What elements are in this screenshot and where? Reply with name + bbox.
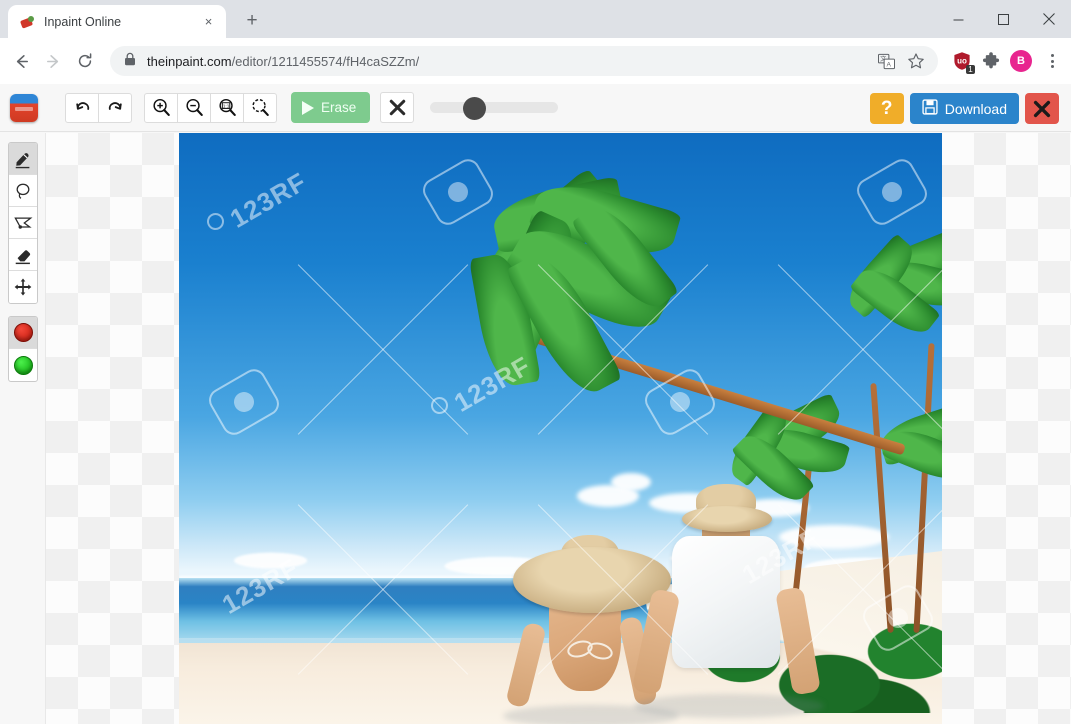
tab-title: Inpaint Online [44,14,122,29]
browser-window: Inpaint Online × + theinpaint.com/editor… [0,0,1071,724]
play-triangle-icon [302,100,314,115]
url-text: theinpaint.com/editor/1211455574/fH4caSZ… [147,54,419,69]
sidebar-item-marker-tool[interactable] [9,143,37,175]
download-button[interactable]: Download [909,93,1019,124]
window-controls [936,0,1071,38]
url-path: /editor/1211455574/fH4caSZZm/ [231,53,420,69]
tab-strip: Inpaint Online × + [0,0,1071,38]
green-swatch[interactable] [9,349,37,381]
svg-text:1:1: 1:1 [222,104,229,110]
zoom-actual-size-button[interactable]: 1:1 [210,92,244,123]
arm-right [775,586,821,696]
translate-icon[interactable]: 文 A [876,51,896,71]
red-swatch[interactable] [9,317,37,349]
tool-sidebar [0,133,46,724]
maximize-icon[interactable] [981,0,1026,38]
svg-text:uo: uo [957,57,967,66]
erase-button[interactable]: Erase [291,92,371,123]
white-shirt [672,536,780,668]
ublock-badge-count: 1 [966,65,975,74]
reload-icon[interactable] [70,46,100,76]
green-dot-icon [13,355,33,375]
redo-button[interactable] [98,92,132,123]
back-arrow-icon[interactable] [6,46,36,76]
omnibox-actions: 文 A [876,51,926,71]
brush-size-slider[interactable] [430,93,559,123]
tool-stack [8,142,38,304]
svg-text:A: A [886,61,891,68]
man-figure [631,478,824,724]
clear-selection-button[interactable] [380,92,415,123]
app-toolbar: 1:1 Erase ? Download [0,84,1071,132]
zoom-in-button[interactable] [144,92,178,123]
close-icon[interactable] [1026,0,1071,38]
figure-shadow [634,694,824,718]
app-toolbar-right: ? Download [869,93,1059,124]
new-tab-button[interactable]: + [238,7,266,35]
avatar[interactable]: B [1010,50,1032,72]
image-canvas[interactable]: 123RF 123RF 123RF 123RF [46,133,1071,724]
slider-track [430,102,559,113]
arm-left [505,621,547,709]
inpaint-app: 1:1 Erase ? Download 123RF 123RF 123RF 1… [0,84,1071,724]
undo-button[interactable] [65,92,99,123]
lock-icon [124,52,136,71]
star-icon[interactable] [906,51,926,71]
extension-icons: uo 1 B [946,49,1063,74]
erase-button-label: Erase [321,100,357,115]
foreground-palm-tree [468,167,942,521]
tab-close-icon[interactable]: × [200,13,217,30]
browser-toolbar: theinpaint.com/editor/1211455574/fH4caSZ… [0,38,1071,84]
sidebar-item-polygon-lasso-tool[interactable] [9,207,37,239]
zoom-button-group: 1:1 [144,92,277,123]
history-button-group [65,92,132,123]
extensions-puzzle-icon[interactable] [981,51,1001,71]
slider-thumb[interactable] [463,96,487,120]
red-dot-icon [13,323,33,342]
sidebar-item-eraser-tool[interactable] [9,239,37,271]
inpaint-app-logo [10,93,38,122]
inpaint-logo-icon [19,14,35,30]
browser-tab[interactable]: Inpaint Online × [8,5,226,38]
floppy-save-icon [922,99,938,118]
beach-photo[interactable]: 123RF 123RF 123RF 123RF [179,133,942,724]
workspace: 123RF 123RF 123RF 123RF [0,133,1071,724]
zoom-out-button[interactable] [177,92,211,123]
three-dot-menu-icon[interactable] [1041,49,1063,73]
ublock-origin-icon[interactable]: uo 1 [952,51,975,74]
forward-arrow-icon [38,46,68,76]
sidebar-item-lasso-tool[interactable] [9,175,37,207]
address-bar[interactable]: theinpaint.com/editor/1211455574/fH4caSZ… [110,46,938,76]
fedora-brim [682,506,772,532]
app-close-button[interactable] [1025,93,1059,124]
help-button[interactable]: ? [869,93,904,124]
download-button-label: Download [944,100,1007,117]
minimize-icon[interactable] [936,0,981,38]
zoom-fit-button[interactable] [243,92,277,123]
sidebar-item-move-tool[interactable] [9,271,37,303]
color-swatch-stack [8,316,38,382]
url-host: theinpaint.com [147,53,232,69]
